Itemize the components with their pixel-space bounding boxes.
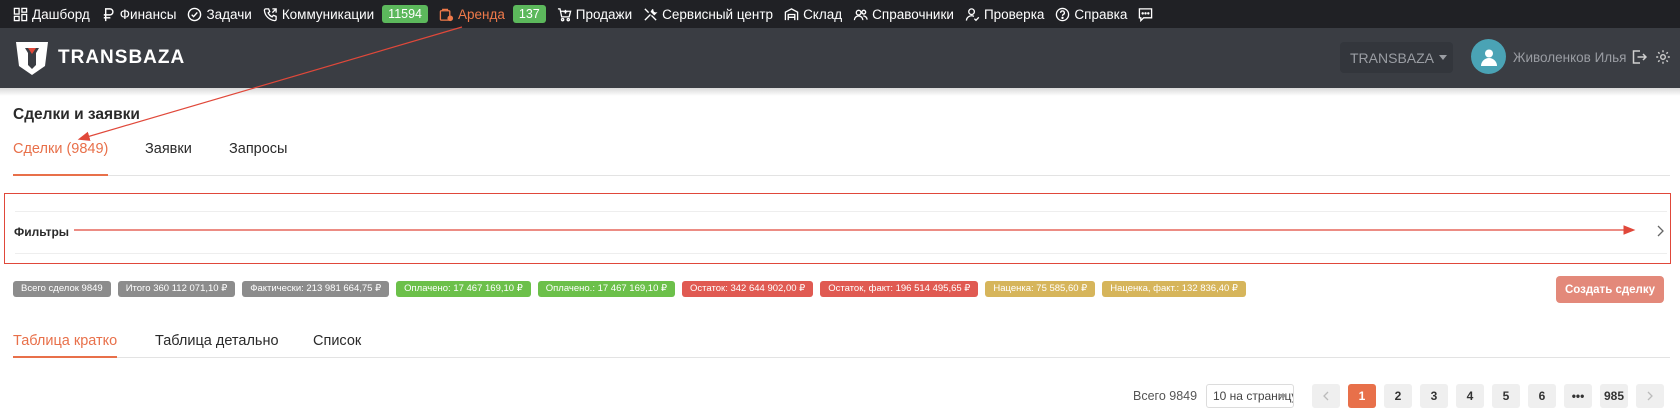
tab-requests[interactable]: Заявки: [145, 141, 192, 176]
users-icon: [853, 9, 868, 20]
nav-communications-label: Коммуникации: [281, 6, 375, 22]
tools-icon: [644, 7, 658, 21]
nav-service-center-label: Сервисный центр: [662, 6, 774, 22]
nav-help-label: Справка: [1074, 6, 1128, 22]
per-page-select[interactable]: 10 на страницу: [1206, 384, 1294, 408]
caret-down-icon: [1439, 55, 1448, 60]
badge-actual-sum: Фактически: 213 981 664,75 ₽: [242, 281, 390, 297]
badge-paid: Оплачено: 17 467 169,10 ₽: [396, 281, 531, 297]
nav-finance[interactable]: Финансы: [101, 6, 177, 22]
badge-total-deals: Всего сделок 9849: [13, 281, 111, 297]
nav-tasks-label: Задачи: [206, 6, 252, 22]
company-name: TRANSBAZA: [1350, 49, 1435, 66]
warehouse-icon: [784, 7, 799, 20]
tab-table-brief[interactable]: Таблица кратко: [13, 333, 118, 358]
dashboard-icon: [13, 7, 28, 21]
rent-count-badge: 137: [512, 5, 546, 23]
nav-dashboard-label: Дашборд: [32, 6, 90, 22]
filters-panel[interactable]: Фильтры: [4, 193, 1671, 264]
pagination-page-4[interactable]: 4: [1456, 384, 1484, 408]
nav-directories-label: Справочники: [872, 6, 954, 22]
page-title: Сделки и заявки: [13, 106, 140, 123]
company-selector[interactable]: TRANSBAZA: [1340, 42, 1453, 73]
pagination-page-2[interactable]: 2: [1384, 384, 1412, 408]
divider: [15, 211, 1667, 212]
avatar[interactable]: [1471, 39, 1506, 74]
nav-sales-label: Продажи: [575, 6, 633, 22]
chat-icon: [1139, 7, 1153, 22]
badge-balance: Остаток: 342 644 902,00 ₽: [682, 281, 814, 297]
nav-finance-label: Финансы: [119, 6, 177, 22]
nav-dashboard[interactable]: Дашборд: [13, 7, 90, 22]
pagination-page-1[interactable]: 1: [1348, 384, 1376, 408]
chevron-left-icon: [1323, 391, 1329, 401]
nav-sales[interactable]: Продажи: [557, 7, 632, 22]
badge-total-sum: Итого 360 112 071,10 ₽: [117, 281, 236, 297]
badge-paid-alt: Оплачено.: 17 467 169,10 ₽: [537, 281, 676, 297]
logo-shield-icon: [16, 42, 48, 75]
user-check-icon: [965, 7, 980, 21]
app-header: TRANSBAZA TRANSBAZA Живоленков Илья: [0, 28, 1680, 88]
check-circle-icon: [188, 7, 202, 21]
user-icon: [1480, 49, 1497, 66]
chevron-down-icon: [1279, 394, 1287, 399]
nav-chat[interactable]: [1138, 7, 1157, 22]
pagination-page-6[interactable]: 6: [1528, 384, 1556, 408]
pagination-prev[interactable]: [1312, 384, 1340, 408]
badge-markup: Наценка: 75 585,60 ₽: [985, 281, 1096, 297]
nav-communications[interactable]: Коммуникации 11594: [263, 5, 429, 23]
badge-markup-actual: Наценка, факт.: 132 836,40 ₽: [1102, 281, 1246, 297]
view-tabs: Таблица кратко Таблица детально Список: [13, 333, 1670, 358]
cart-icon: [557, 7, 572, 21]
gear-icon[interactable]: [1655, 49, 1671, 65]
divider: [15, 253, 1667, 254]
top-navigation: Дашборд Финансы Задачи Коммуникации 1159…: [0, 0, 1680, 28]
tab-table-detailed[interactable]: Таблица детально: [155, 333, 279, 358]
filters-label: Фильтры: [14, 225, 70, 239]
pagination-page-5[interactable]: 5: [1492, 384, 1520, 408]
tab-queries[interactable]: Запросы: [229, 141, 287, 176]
phone-icon: [263, 7, 277, 21]
pagination-page-3[interactable]: 3: [1420, 384, 1448, 408]
logo-text: TRANSBAZA: [58, 47, 186, 68]
nav-service-center[interactable]: Сервисный центр: [643, 7, 773, 22]
nav-directories[interactable]: Справочники: [853, 7, 954, 22]
user-name[interactable]: Живоленков Илья: [1513, 50, 1627, 65]
pagination-ellipsis[interactable]: •••: [1564, 384, 1592, 408]
create-deal-button[interactable]: Создать сделку: [1556, 276, 1664, 303]
chevron-right-icon: [1647, 391, 1653, 401]
nav-warehouse[interactable]: Склад: [784, 7, 842, 22]
page: Дашборд Финансы Задачи Коммуникации 1159…: [0, 0, 1680, 415]
total-count: Всего 9849: [1133, 389, 1198, 403]
nav-tasks[interactable]: Задачи: [187, 6, 252, 22]
help-icon: [1056, 7, 1070, 21]
logo[interactable]: TRANSBAZA: [14, 39, 185, 77]
pagination-next[interactable]: [1636, 384, 1664, 408]
nav-verification[interactable]: Проверка: [965, 7, 1044, 22]
ruble-icon: [103, 7, 114, 21]
header-shadow: [0, 88, 1680, 96]
pagination-page-last[interactable]: 985: [1600, 384, 1628, 408]
summary-badges: Всего сделок 9849 Итого 360 112 071,10 ₽…: [13, 281, 1253, 297]
nav-warehouse-label: Склад: [803, 6, 843, 22]
chevron-right-icon[interactable]: [1655, 224, 1665, 238]
tab-deals[interactable]: Сделки (9849): [13, 141, 109, 176]
logout-icon[interactable]: [1631, 49, 1647, 65]
deal-tabs: Сделки (9849) Заявки Запросы: [13, 141, 1670, 176]
nav-rent-label: Аренда: [458, 6, 505, 22]
tab-list[interactable]: Список: [313, 333, 361, 358]
rent-icon: [439, 8, 454, 21]
nav-verification-label: Проверка: [983, 6, 1045, 22]
nav-help[interactable]: Справка: [1055, 7, 1127, 22]
badge-balance-actual: Остаток, факт: 196 514 495,65 ₽: [820, 281, 979, 297]
communications-count-badge: 11594: [382, 5, 429, 23]
nav-rent[interactable]: Аренда 137: [439, 5, 546, 23]
